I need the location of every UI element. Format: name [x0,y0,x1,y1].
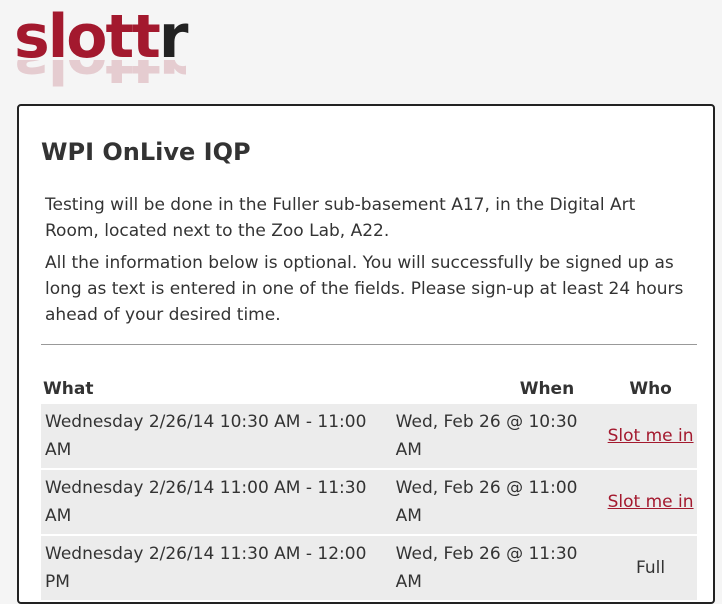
description-paragraph: Testing will be done in the Fuller sub-b… [45,195,636,241]
column-header-who: Who [629,379,672,399]
column-header-when: When [519,379,575,399]
slot-what: Wednesday 2/26/14 11:00 AM - 11:30 AM [41,470,386,534]
description-paragraph: All the information below is optional. Y… [45,253,684,325]
slot-what: Wednesday 2/26/14 10:30 AM - 11:00 AM [41,404,386,468]
event-title: WPI OnLive IQP [41,138,251,166]
slot-when: Wed, Feb 26 @ 11:00 AM [385,470,605,534]
slots-table: What When Who Wednesday 2/26/14 10:30 AM… [41,372,697,600]
column-header-what: What [43,379,94,399]
slot-who: Slot me in [604,404,697,468]
table-row: Wednesday 2/26/14 11:00 AM - 11:30 AM We… [41,470,697,534]
table-header-row: What When Who [41,372,697,404]
slot-when: Wed, Feb 26 @ 11:30 AM [385,536,605,600]
table-row: Wednesday 2/26/14 10:30 AM - 11:00 AM We… [41,404,697,468]
logo-reflection: slottr [14,60,187,96]
logo[interactable]: slottr slottr [14,0,274,100]
event-description: Testing will be done in the Fuller sub-b… [45,192,693,334]
slot-who: Slot me in [604,470,697,534]
slot-status-full: Full [604,536,697,600]
divider [41,344,697,345]
table-row: Wednesday 2/26/14 11:30 AM - 12:00 PM We… [41,536,697,600]
event-card: WPI OnLive IQP Testing will be done in t… [17,104,715,604]
slot-me-in-link[interactable]: Slot me in [608,492,694,512]
slot-when: Wed, Feb 26 @ 10:30 AM [385,404,605,468]
slot-me-in-link[interactable]: Slot me in [608,426,694,446]
slot-what: Wednesday 2/26/14 11:30 AM - 12:00 PM [41,536,386,600]
